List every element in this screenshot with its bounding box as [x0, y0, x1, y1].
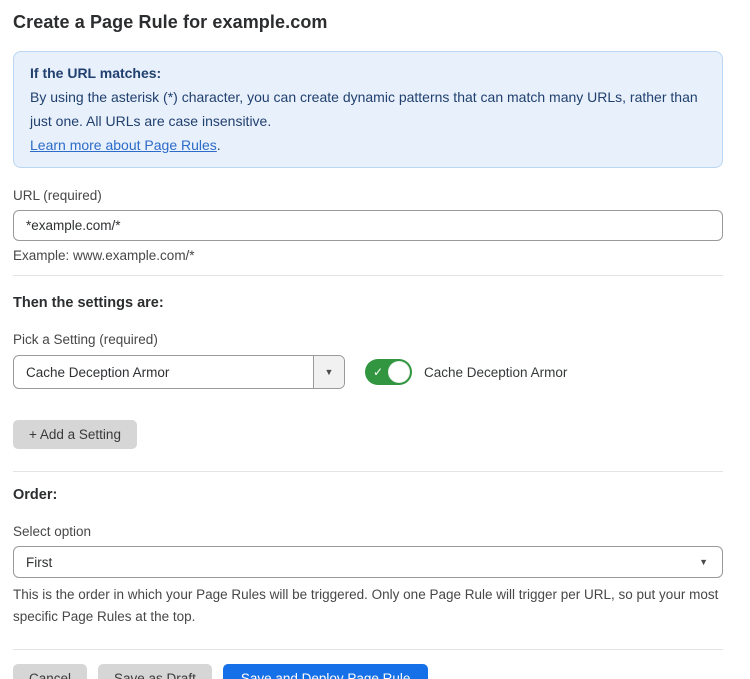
toggle-wrap: ✓ Cache Deception Armor	[365, 359, 567, 385]
order-section-heading: Order:	[13, 487, 723, 504]
url-label: URL (required)	[13, 188, 723, 204]
select-option-label: Select option	[13, 524, 723, 540]
info-box-link-line: Learn more about Page Rules.	[30, 133, 706, 157]
divider	[13, 649, 723, 650]
order-select-value: First	[26, 555, 52, 570]
url-matches-info-box: If the URL matches: By using the asteris…	[13, 51, 723, 168]
chevron-down-icon: ▼	[699, 558, 708, 567]
check-icon: ✓	[373, 366, 383, 378]
pick-setting-label: Pick a Setting (required)	[13, 332, 723, 348]
order-helper-text: This is the order in which your Page Rul…	[13, 584, 723, 628]
save-deploy-button[interactable]: Save and Deploy Page Rule	[223, 664, 429, 679]
setting-select-value: Cache Deception Armor	[14, 365, 313, 380]
info-box-heading: If the URL matches:	[30, 61, 706, 85]
toggle-label: Cache Deception Armor	[424, 365, 567, 380]
setting-row: Cache Deception Armor ▼ ✓ Cache Deceptio…	[13, 355, 723, 389]
divider	[13, 275, 723, 276]
setting-select[interactable]: Cache Deception Armor ▼	[13, 355, 345, 389]
add-setting-button[interactable]: + Add a Setting	[13, 420, 137, 449]
url-example-helper: Example: www.example.com/*	[13, 248, 723, 264]
page-title: Create a Page Rule for example.com	[13, 11, 723, 34]
cancel-button[interactable]: Cancel	[13, 664, 87, 679]
toggle-knob	[388, 361, 410, 383]
cache-deception-armor-toggle[interactable]: ✓	[365, 359, 412, 385]
chevron-down-icon: ▼	[325, 368, 334, 377]
url-input[interactable]	[13, 210, 723, 241]
create-page-rule-form: Create a Page Rule for example.com If th…	[0, 0, 750, 679]
link-suffix: .	[217, 137, 221, 153]
divider	[13, 471, 723, 472]
settings-section-heading: Then the settings are:	[13, 295, 723, 312]
setting-select-arrow-button[interactable]: ▼	[313, 356, 344, 388]
footer-actions: Cancel Save as Draft Save and Deploy Pag…	[13, 664, 723, 679]
order-select[interactable]: First ▼	[13, 546, 723, 578]
info-box-body: By using the asterisk (*) character, you…	[30, 85, 706, 133]
learn-more-link[interactable]: Learn more about Page Rules	[30, 137, 217, 153]
save-draft-button[interactable]: Save as Draft	[98, 664, 212, 679]
